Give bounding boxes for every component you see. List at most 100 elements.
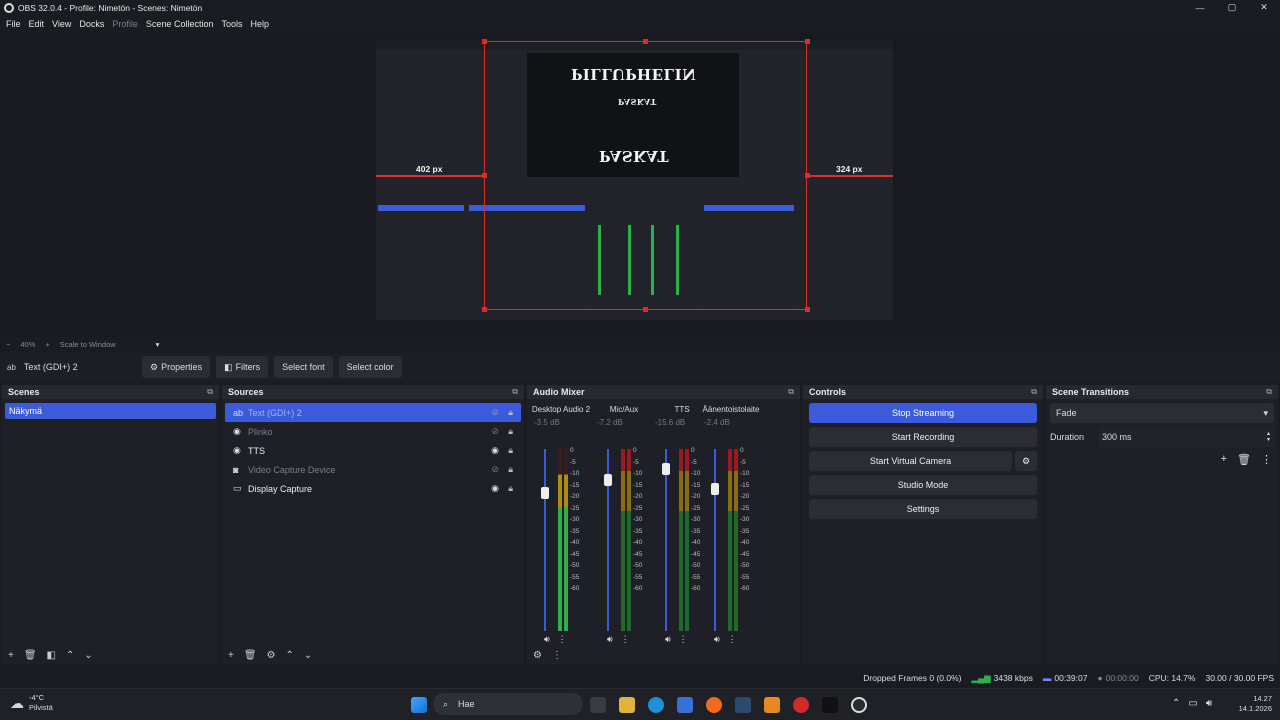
task-view-icon[interactable] (590, 697, 606, 713)
volume-fader-track[interactable] (665, 449, 667, 631)
file-explorer-icon[interactable] (619, 697, 635, 713)
add-icon[interactable]: + (1221, 453, 1227, 466)
close-button[interactable]: ✕ (1248, 0, 1280, 15)
source-item-display-capture[interactable]: ▭ Display Capture ◉ 🔒︎ (225, 479, 521, 498)
taskbar-search[interactable]: ⌕ Hae (433, 693, 583, 715)
source-item-video-capture[interactable]: ◙ Video Capture Device ⊘ 🔒︎ (225, 460, 521, 479)
add-icon[interactable]: + (228, 650, 234, 661)
resize-handle-t[interactable] (643, 39, 648, 44)
speaker-icon[interactable]: 🔊︎ (607, 634, 613, 645)
lock-icon[interactable]: 🔒︎ (508, 445, 513, 456)
scene-item[interactable]: Näkymä (5, 403, 216, 419)
obs-taskbar-icon[interactable] (851, 697, 867, 713)
eye-icon[interactable]: ◉ (491, 445, 499, 456)
volume-fader-knob[interactable] (662, 462, 670, 475)
eye-hidden-icon[interactable]: ⊘ (491, 464, 499, 475)
undock-icon[interactable]: ⧉ (207, 387, 213, 397)
speaker-icon[interactable]: 🔊︎ (665, 634, 671, 645)
studio-mode-button[interactable]: Studio Mode (809, 475, 1037, 495)
selection-bounding-box[interactable] (484, 41, 807, 310)
filters-button[interactable]: ◧ Filters (216, 356, 269, 378)
eye-hidden-icon[interactable]: ⊘ (491, 426, 499, 437)
menu-profile[interactable]: Profile (112, 19, 138, 29)
clock[interactable]: 14.27 14.1.2026 (1239, 694, 1272, 714)
resize-handle-r[interactable] (805, 173, 810, 178)
select-color-button[interactable]: Select color (338, 356, 402, 378)
eye-icon[interactable]: ◉ (491, 483, 499, 494)
select-font-button[interactable]: Select font (274, 356, 333, 378)
scale-mode[interactable]: Scale to Window (60, 340, 116, 349)
properties-button[interactable]: ⚙ Properties (142, 356, 211, 378)
weather-widget[interactable]: ☁ -4°C Pilvistä (10, 693, 53, 713)
trash-icon[interactable]: 🗑 (24, 650, 37, 661)
lock-icon[interactable]: 🔒︎ (508, 407, 513, 418)
resize-handle-br[interactable] (805, 307, 810, 312)
undock-icon[interactable]: ⧉ (788, 387, 794, 397)
filter-icon[interactable]: ◧ (47, 650, 56, 661)
store-icon[interactable] (677, 697, 693, 713)
minimize-button[interactable]: — (1184, 0, 1216, 15)
lock-icon[interactable]: 🔒︎ (508, 464, 513, 475)
transition-type-select[interactable]: Fade ▾ (1050, 403, 1274, 423)
resize-handle-b[interactable] (643, 307, 648, 312)
add-icon[interactable]: + (8, 650, 14, 661)
start-virtual-camera-button[interactable]: Start Virtual Camera (809, 451, 1012, 471)
menu-edit[interactable]: Edit (29, 19, 45, 29)
edge-icon[interactable] (648, 697, 664, 713)
undock-icon[interactable]: ⧉ (1266, 387, 1272, 397)
speaker-icon[interactable]: 🔊︎ (714, 634, 720, 645)
menu-scene-collection[interactable]: Scene Collection (146, 19, 214, 29)
duration-input[interactable]: 300 ms ▴ ▾ (1098, 427, 1274, 447)
resize-handle-tr[interactable] (805, 39, 810, 44)
more-options-icon[interactable]: ⋮ (552, 650, 562, 661)
vlc-icon[interactable] (764, 697, 780, 713)
more-options-icon[interactable]: ⋮ (621, 634, 630, 645)
virtual-camera-settings-icon[interactable]: ⚙ (1015, 451, 1037, 471)
gear-icon[interactable]: ⚙ (267, 650, 276, 661)
firefox-icon[interactable] (706, 697, 722, 713)
network-icon[interactable]: ▭ (1188, 698, 1197, 709)
start-recording-button[interactable]: Start Recording (809, 427, 1037, 447)
menu-help[interactable]: Help (250, 19, 269, 29)
lock-icon[interactable]: 🔒︎ (508, 426, 513, 437)
menu-view[interactable]: View (52, 19, 71, 29)
move-up-icon[interactable]: ⌃ (286, 650, 294, 661)
resize-handle-tl[interactable] (482, 39, 487, 44)
eye-hidden-icon[interactable]: ⊘ (491, 407, 499, 418)
volume-fader-knob[interactable] (711, 483, 719, 496)
steam-icon[interactable] (735, 697, 751, 713)
move-down-icon[interactable]: ⌄ (84, 650, 92, 661)
maximize-button[interactable]: ▢ (1216, 0, 1248, 15)
more-options-icon[interactable]: ⋮ (1261, 453, 1272, 466)
spinner-icon[interactable]: ▴ ▾ (1267, 431, 1270, 443)
source-item-text-gdi[interactable]: ab Text (GDI+) 2 ⊘ 🔒︎ (225, 403, 521, 422)
resize-handle-bl[interactable] (482, 307, 487, 312)
source-item-plinko[interactable]: ◉ Plinko ⊘ 🔒︎ (225, 422, 521, 441)
zoom-in-button[interactable]: + (45, 340, 49, 349)
mixer-settings-icon[interactable]: ⚙ (533, 650, 542, 661)
trash-icon[interactable]: 🗑 (1237, 453, 1251, 466)
terminal-icon[interactable] (822, 697, 838, 713)
undock-icon[interactable]: ⧉ (512, 387, 518, 397)
speaker-icon[interactable]: 🔊︎ (544, 634, 550, 645)
volume-fader-track[interactable] (714, 449, 716, 631)
source-item-tts[interactable]: ◉ TTS ◉ 🔒︎ (225, 441, 521, 460)
volume-fader-knob[interactable] (604, 474, 612, 487)
stop-streaming-button[interactable]: Stop Streaming (809, 403, 1037, 423)
menu-file[interactable]: File (6, 19, 21, 29)
volume-icon[interactable]: 🔊︎ (1206, 698, 1212, 709)
more-options-icon[interactable]: ⋮ (728, 634, 737, 645)
volume-fader-track[interactable] (544, 449, 546, 631)
volume-fader-knob[interactable] (541, 486, 549, 499)
trash-icon[interactable]: 🗑 (244, 650, 257, 661)
move-up-icon[interactable]: ⌃ (66, 650, 74, 661)
more-options-icon[interactable]: ⋮ (679, 634, 688, 645)
zoom-out-button[interactable]: − (6, 340, 10, 349)
more-options-icon[interactable]: ⋮ (558, 634, 567, 645)
move-down-icon[interactable]: ⌄ (304, 650, 312, 661)
start-button-icon[interactable] (411, 697, 427, 713)
menu-tools[interactable]: Tools (221, 19, 242, 29)
lock-icon[interactable]: 🔒︎ (508, 483, 513, 494)
opera-icon[interactable] (793, 697, 809, 713)
tray-chevron-icon[interactable]: ⌃ (1172, 698, 1180, 709)
